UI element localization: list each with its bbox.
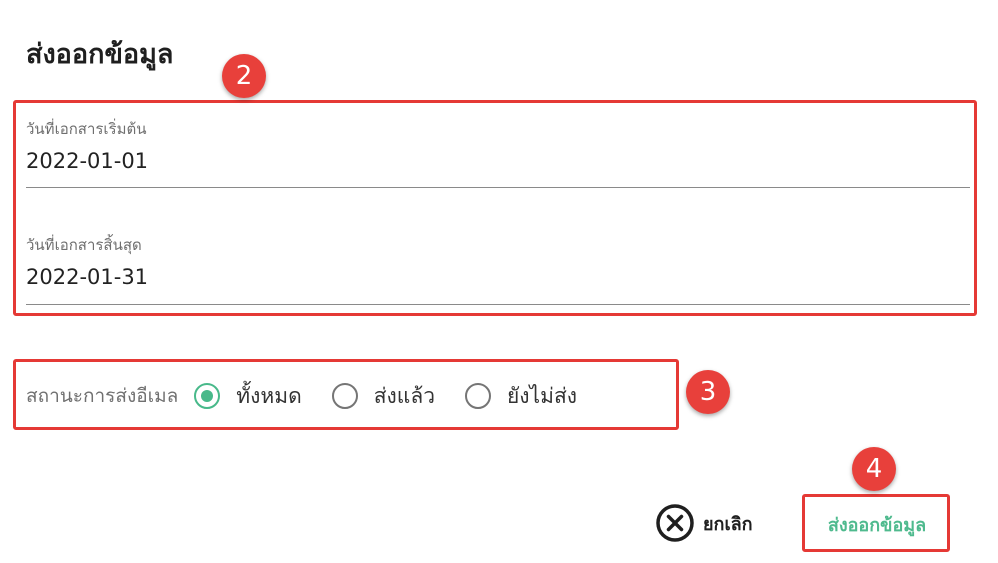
close-circle-icon <box>656 504 694 542</box>
highlight-date-range <box>13 100 977 316</box>
highlight-email-status <box>13 359 679 430</box>
export-dialog: ส่งออกข้อมูล วันที่เอกสารเริ่มต้น 2022-0… <box>0 0 998 563</box>
step-marker-4: 4 <box>852 447 896 491</box>
cancel-button[interactable]: ยกเลิก <box>655 500 753 546</box>
cancel-label: ยกเลิก <box>703 513 753 534</box>
highlight-export-button <box>802 494 950 552</box>
step-marker-2: 2 <box>222 54 266 98</box>
dialog-title: ส่งออกข้อมูล <box>26 39 174 70</box>
step-marker-3: 3 <box>686 370 730 414</box>
